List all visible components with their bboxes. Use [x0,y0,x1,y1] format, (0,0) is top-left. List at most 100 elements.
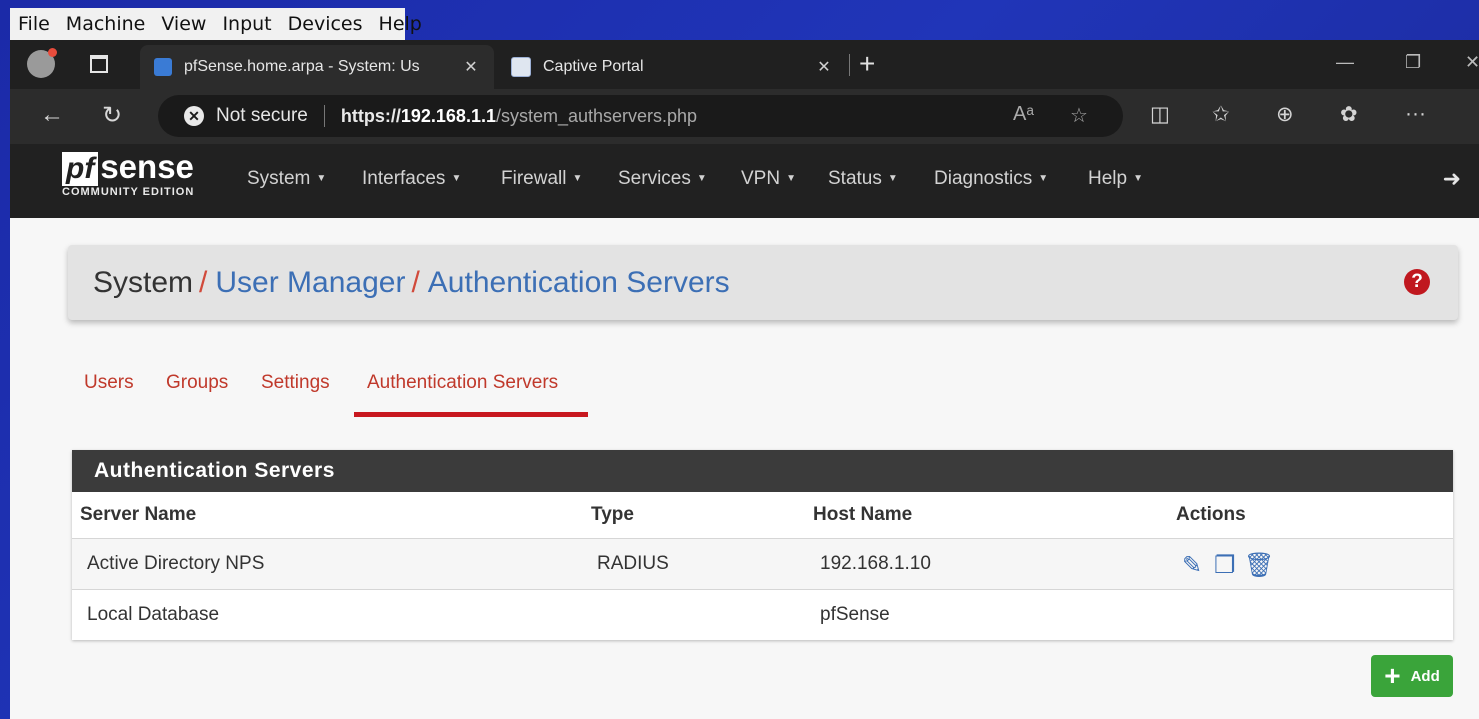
nav-label: Interfaces [362,168,446,189]
column-header-host-name[interactable]: Host Name [813,504,912,526]
nav-status[interactable]: Status ▼ [828,168,898,190]
breadcrumb-separator: / [411,265,420,299]
nav-diagnostics[interactable]: Diagnostics ▼ [934,168,1048,190]
pfsense-logo[interactable]: pf sense COMMUNITY EDITION [62,150,194,198]
caret-down-icon: ▼ [316,173,327,185]
favorites-icon[interactable]: ✩ [1212,102,1230,127]
vm-menu-devices[interactable]: Devices [280,13,371,35]
logo-subtitle: COMMUNITY EDITION [62,186,195,198]
tab-settings[interactable]: Settings [261,372,330,394]
breadcrumb-user-manager[interactable]: User Manager [215,266,405,300]
type-cell: RADIUS [597,553,669,574]
close-tab-icon[interactable]: ✕ [813,57,835,77]
not-secure-icon[interactable]: ✕ [184,106,204,126]
omnibox-separator [323,105,325,127]
add-button-label: Add [1410,667,1440,685]
nav-services[interactable]: Services ▼ [618,168,707,190]
captive-portal-favicon-icon [511,57,531,77]
column-header-server-name[interactable]: Server Name [80,504,196,526]
tab-users[interactable]: Users [84,372,134,394]
new-tab-icon[interactable]: + [859,48,875,80]
panel-heading: Authentication Servers [72,450,1453,492]
authentication-servers-panel: Authentication Servers Server Name Type … [72,450,1453,640]
caret-down-icon: ▼ [786,173,796,185]
close-tab-icon[interactable]: ✕ [460,57,482,77]
breadcrumb-separator: / [199,265,208,299]
nav-vpn[interactable]: VPN ▼ [741,168,796,190]
tab-title: pfSense.home.arpa - System: Us [184,58,420,75]
reload-icon[interactable]: ↻ [102,101,122,130]
table-row: Local Database pfSense [72,590,1453,640]
nav-help[interactable]: Help ▼ [1088,168,1143,190]
caret-down-icon: ▼ [1133,173,1143,185]
caret-down-icon: ▼ [887,173,898,185]
active-tab-underline [354,412,588,417]
collections-icon[interactable]: ⊕ [1276,102,1294,127]
vm-menu-machine[interactable]: Machine [58,13,154,35]
breadcrumb: System / User Manager / Authentication S… [68,245,1458,320]
security-label[interactable]: Not secure [216,105,308,127]
server-name-cell: Active Directory NPS [87,553,265,574]
tab-actions-icon[interactable] [90,55,108,73]
nav-interfaces[interactable]: Interfaces ▼ [362,168,461,190]
trash-icon[interactable]: 🗑 [1244,551,1274,580]
nav-label: Firewall [501,168,567,189]
column-header-actions: Actions [1176,504,1246,525]
favorite-star-icon[interactable]: ☆ [1070,103,1088,128]
tab-separator [849,54,850,76]
nav-label: Diagnostics [934,168,1033,189]
tab-pfsense[interactable]: pfSense.home.arpa - System: Us ✕ [140,45,494,89]
caret-down-icon: ▼ [451,173,462,185]
nav-label: Services [618,168,691,189]
edit-icon[interactable]: ✎ [1182,551,1202,580]
table-row: Active Directory NPS RADIUS 192.168.1.10… [72,539,1453,589]
logo-word: sense [100,148,194,185]
server-name-cell: Local Database [87,604,220,625]
tab-authentication-servers[interactable]: Authentication Servers [367,372,558,394]
nav-label: Status [828,168,882,189]
host-name-cell: 192.168.1.10 [820,553,931,574]
add-button[interactable]: + Add [1371,655,1453,697]
breadcrumb-system: System [93,265,194,299]
vm-menu-file[interactable]: File [10,13,58,35]
tab-captive-portal[interactable]: Captive Portal ✕ [497,45,847,89]
back-icon[interactable]: ← [40,101,64,129]
vm-menu-input[interactable]: Input [214,13,279,35]
vm-menu-help[interactable]: Help [371,13,430,35]
pfsense-navbar: pf sense COMMUNITY EDITION System ▼ Interf… [10,144,1479,218]
logo-box: pf [62,152,99,186]
caret-down-icon: ▼ [572,173,583,185]
split-screen-icon[interactable]: ◫ [1150,102,1170,127]
panel-title: Authentication Servers [94,459,335,482]
nav-system[interactable]: System ▼ [247,168,326,190]
minimize-icon[interactable]: — [1336,52,1354,73]
logout-icon[interactable]: ➜ [1443,166,1461,192]
more-options-icon[interactable]: ··· [1405,102,1426,126]
browser-window: pfSense.home.arpa - System: Us ✕ Captive… [10,40,1479,719]
vm-menu-view[interactable]: View [153,13,214,35]
breadcrumb-authentication-servers[interactable]: Authentication Servers [428,266,730,300]
restore-icon[interactable]: ❐ [1405,52,1421,73]
url-host: 192.168.1.1 [400,105,496,126]
caret-down-icon: ▼ [696,173,707,185]
vm-menubar: File Machine View Input Devices Help [10,8,422,40]
address-bar[interactable]: ✕ Not secure https:// 192.168.1.1 /syste… [158,95,1123,137]
nav-label: System [247,168,311,189]
read-aloud-icon[interactable]: Aᵃ [1013,103,1034,126]
column-header-type[interactable]: Type [591,504,634,526]
pfsense-favicon-icon [154,58,172,76]
nav-firewall[interactable]: Firewall ▼ [501,168,582,190]
nav-label: Help [1088,168,1128,189]
url-path: /system_authservers.php [495,105,698,126]
caret-down-icon: ▼ [1038,173,1049,185]
help-icon[interactable]: ? [1404,269,1430,295]
tab-groups[interactable]: Groups [166,372,228,394]
close-window-icon[interactable]: ✕ [1465,52,1479,73]
url-scheme: https:// [340,105,401,126]
tab-bar: pfSense.home.arpa - System: Us ✕ Captive… [10,40,1479,89]
profile-avatar[interactable] [27,48,57,78]
tab-title: Captive Portal [543,58,644,75]
extensions-icon[interactable]: ✿ [1340,102,1358,127]
address-bar-row: ← ↻ ✕ Not secure https:// 192.168.1.1 /s… [10,89,1479,144]
copy-icon[interactable]: ❐ [1214,551,1236,580]
